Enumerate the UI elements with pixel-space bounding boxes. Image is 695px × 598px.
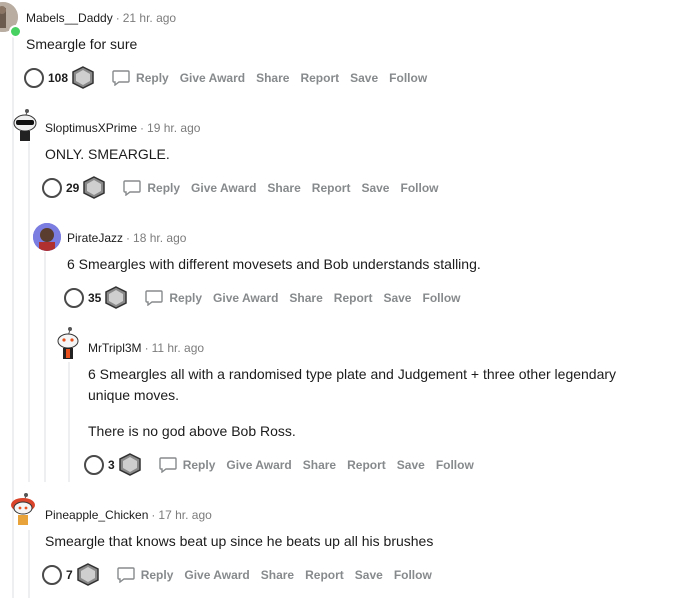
comment-text: 6 Smeargles all with a randomised type p… (88, 366, 617, 382)
thread-line[interactable] (28, 142, 30, 482)
vote-count: 108 (48, 71, 69, 85)
follow-button[interactable]: Follow (422, 291, 460, 305)
comment-body: 6 Smeargles with different movesets and … (67, 254, 481, 275)
comment-actions: 7 Reply Give Award Share Report Save Fol… (42, 563, 432, 587)
downvote-button[interactable] (71, 66, 95, 90)
give-award-button[interactable]: Give Award (226, 458, 291, 472)
save-button[interactable]: Save (383, 291, 411, 305)
reply-button[interactable]: Reply (112, 70, 169, 86)
thread-line[interactable] (68, 362, 70, 482)
comment-text: Smeargle that knows beat up since he bea… (45, 533, 434, 549)
reply-button[interactable]: Reply (145, 290, 202, 306)
comment-body: Smeargle that knows beat up since he bea… (45, 531, 433, 552)
reply-button[interactable]: Reply (158, 457, 215, 473)
comment-meta: Pineapple_Chicken · 17 hr. ago (45, 508, 212, 522)
username-link[interactable]: Mabels__Daddy (26, 11, 113, 25)
report-button[interactable]: Report (312, 181, 351, 195)
comment-icon (145, 290, 164, 306)
thread-line[interactable] (28, 530, 30, 598)
downvote-button[interactable] (118, 453, 142, 477)
comment-icon (112, 70, 130, 86)
upvote-button[interactable] (42, 565, 62, 585)
comment-meta: Mabels__Daddy · 21 hr. ago (26, 11, 177, 25)
comment-body: ONLY. SMEARGLE. (45, 144, 170, 165)
comment-actions: 3 Reply Give Award Share Report Save Fol… (84, 453, 474, 477)
snoo-avatar-icon[interactable] (54, 326, 82, 360)
upvote-button[interactable] (42, 178, 62, 198)
vote-count: 35 (88, 291, 102, 305)
snoo-sunglasses-avatar-icon[interactable] (10, 108, 40, 142)
report-button[interactable]: Report (334, 291, 373, 305)
piratejazz-avatar-icon[interactable] (33, 223, 61, 251)
share-button[interactable]: Share (261, 568, 294, 582)
comment-text: unique moves. (88, 387, 180, 403)
comment-icon (123, 180, 142, 196)
comment-text: There is no god above Bob Ross. (88, 423, 296, 439)
comment-text: 6 Smeargles with different movesets and … (67, 256, 481, 272)
online-status-indicator (9, 25, 22, 38)
comment-body: Smeargle for sure (26, 34, 137, 55)
report-button[interactable]: Report (347, 458, 386, 472)
save-button[interactable]: Save (355, 568, 383, 582)
share-button[interactable]: Share (289, 291, 322, 305)
comment-actions: 29 Reply Give Award Share Report Save Fo… (42, 176, 438, 200)
timestamp[interactable]: 17 hr. ago (158, 508, 211, 522)
timestamp[interactable]: 18 hr. ago (133, 231, 186, 245)
upvote-button[interactable] (84, 455, 104, 475)
comment-text: ONLY. SMEARGLE. (45, 146, 170, 162)
vote-count: 29 (66, 181, 80, 195)
reply-button[interactable]: Reply (116, 567, 173, 583)
username-link[interactable]: SloptimusXPrime (45, 121, 137, 135)
follow-button[interactable]: Follow (394, 568, 432, 582)
vote-count: 7 (66, 568, 73, 582)
snoo-red-hair-avatar-icon[interactable] (8, 492, 38, 526)
comment-meta: PirateJazz · 18 hr. ago (67, 231, 187, 245)
downvote-button[interactable] (82, 176, 106, 200)
upvote-button[interactable] (24, 68, 44, 88)
username-link[interactable]: PirateJazz (67, 231, 123, 245)
give-award-button[interactable]: Give Award (213, 291, 278, 305)
comment-body: 6 Smeargles all with a randomised type p… (88, 364, 616, 442)
give-award-button[interactable]: Give Award (191, 181, 256, 195)
follow-button[interactable]: Follow (436, 458, 474, 472)
report-button[interactable]: Report (305, 568, 344, 582)
save-button[interactable]: Save (350, 71, 378, 85)
comment-actions: 35 Reply Give Award Share Report Save Fo… (64, 286, 460, 310)
comment-text: Smeargle for sure (26, 36, 138, 52)
timestamp[interactable]: 11 hr. ago (152, 341, 205, 355)
report-button[interactable]: Report (300, 71, 339, 85)
username-link[interactable]: MrTripl3M (88, 341, 142, 355)
timestamp[interactable]: 21 hr. ago (123, 11, 176, 25)
share-button[interactable]: Share (303, 458, 336, 472)
comment-meta: SloptimusXPrime · 19 hr. ago (45, 121, 201, 135)
comment-actions: 108 Reply Give Award Share Report Save F… (24, 66, 427, 90)
share-button[interactable]: Share (267, 181, 300, 195)
comment-icon (158, 457, 177, 473)
follow-button[interactable]: Follow (389, 71, 427, 85)
vote-count: 3 (108, 458, 115, 472)
upvote-button[interactable] (64, 288, 84, 308)
share-button[interactable]: Share (256, 71, 289, 85)
follow-button[interactable]: Follow (400, 181, 438, 195)
comment-meta: MrTripl3M · 11 hr. ago (88, 341, 205, 355)
reply-button[interactable]: Reply (123, 180, 180, 196)
username-link[interactable]: Pineapple_Chicken (45, 508, 148, 522)
save-button[interactable]: Save (397, 458, 425, 472)
save-button[interactable]: Save (361, 181, 389, 195)
thread-line[interactable] (44, 252, 46, 482)
give-award-button[interactable]: Give Award (184, 568, 249, 582)
give-award-button[interactable]: Give Award (180, 71, 245, 85)
timestamp[interactable]: 19 hr. ago (147, 121, 200, 135)
downvote-button[interactable] (76, 563, 100, 587)
comment-icon (116, 567, 135, 583)
downvote-button[interactable] (104, 286, 128, 310)
